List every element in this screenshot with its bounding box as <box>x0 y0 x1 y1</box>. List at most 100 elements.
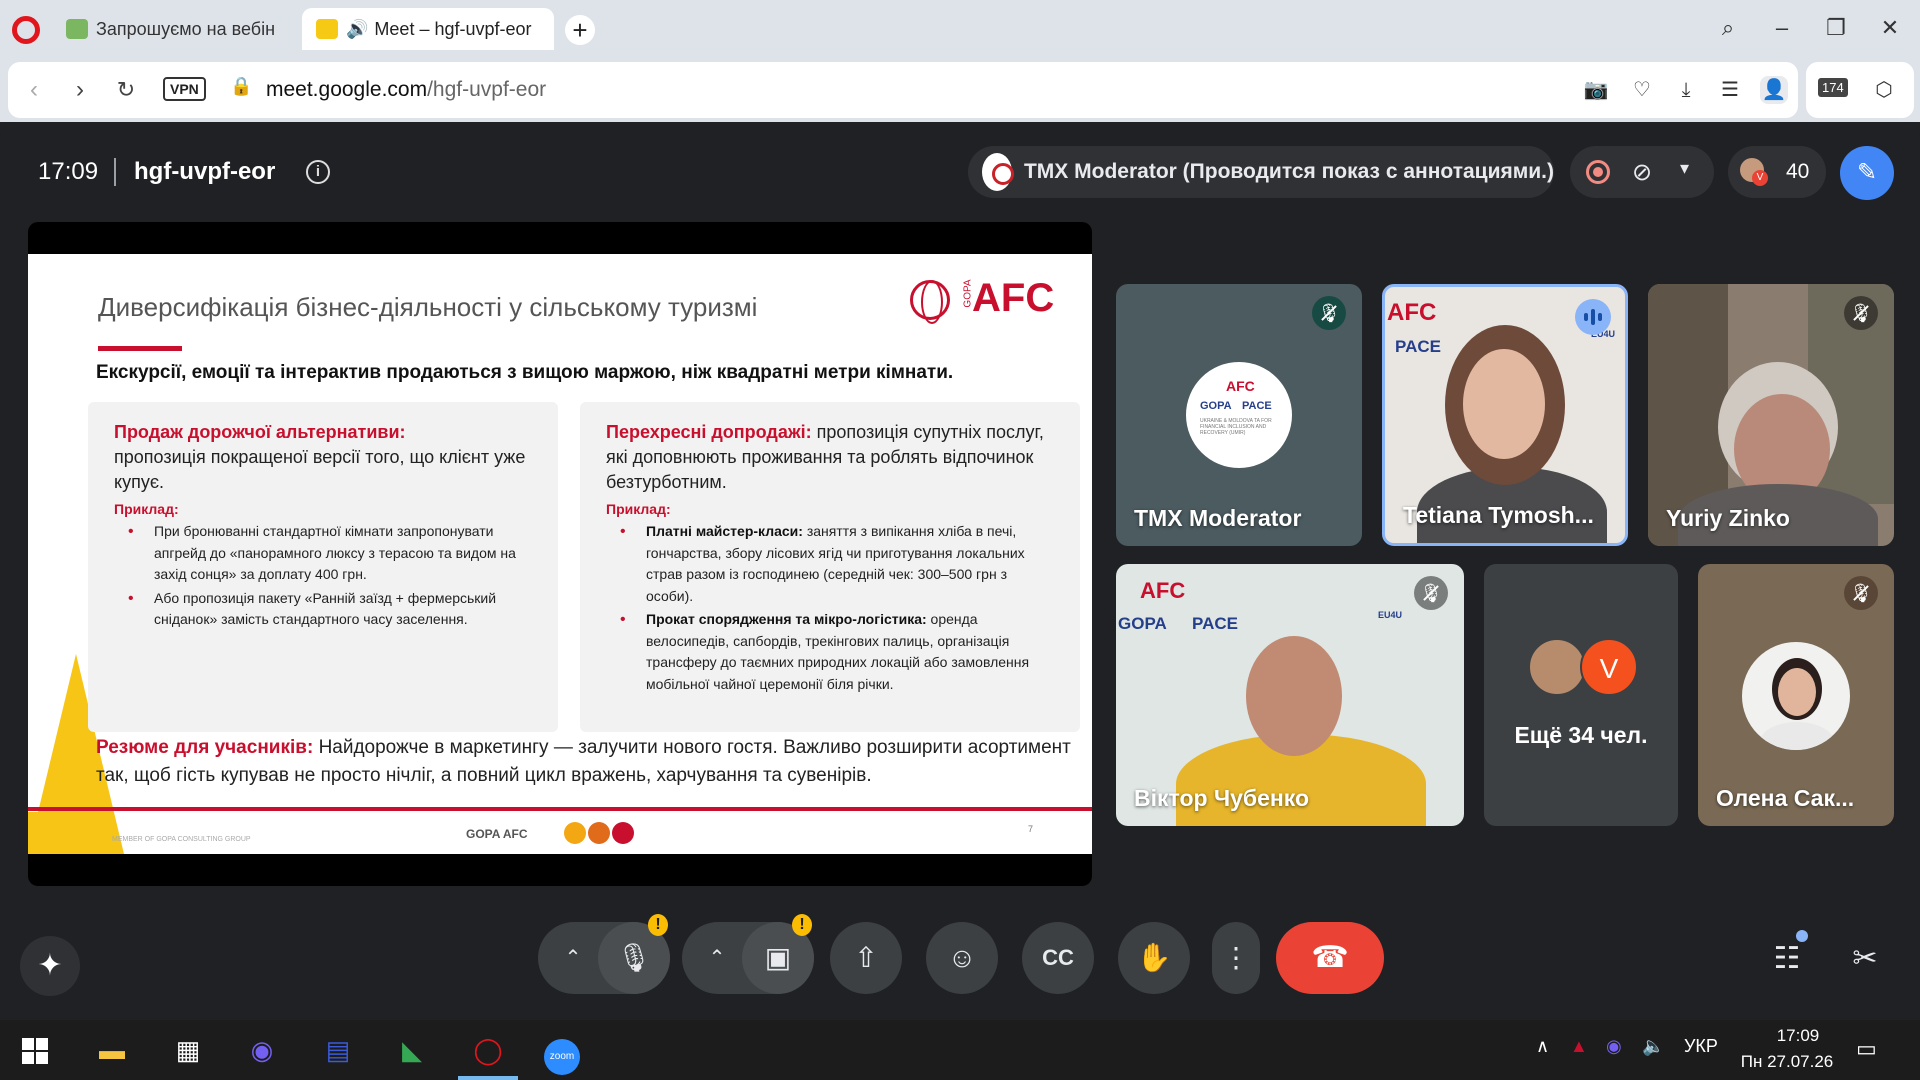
clock-time[interactable]: 17:09 <box>1760 1026 1836 1046</box>
viber-icon[interactable]: ◉ <box>240 1028 284 1072</box>
calculator-icon[interactable]: ▦ <box>166 1028 210 1072</box>
example-label: Приклад: <box>114 501 179 517</box>
card-heading: Перехресні допродажі: <box>606 422 812 442</box>
camera-button[interactable]: ▣ ! <box>742 914 814 994</box>
opera-logo-icon[interactable] <box>12 16 40 44</box>
more-participants-tile[interactable]: V Ещё 34 чел. <box>1484 564 1678 826</box>
microphone-button[interactable]: 🎙 ! <box>598 914 670 994</box>
recording-icon[interactable] <box>1586 160 1610 184</box>
person-body <box>1760 722 1834 750</box>
presenter-status: TMX Moderator (Проводится показ с аннота… <box>1023 160 1554 183</box>
participant-name: TMX Moderator <box>1134 505 1302 531</box>
list-item: При бронюванні стандартної кімнати запро… <box>128 521 532 586</box>
logo-pace-text: PACE <box>1242 400 1272 412</box>
file-explorer-icon[interactable]: ▬ <box>90 1028 134 1072</box>
viber-tray-icon[interactable]: ◉ <box>1606 1036 1622 1057</box>
heart-icon[interactable]: ♡ <box>1628 76 1656 104</box>
mic-off-icon: 🎙 <box>1844 576 1878 610</box>
tab-meet[interactable]: 🔊 Meet – hgf-uvpf-eor <box>302 8 554 50</box>
lock-icon[interactable]: 🔒 <box>230 76 252 97</box>
show-hidden-icons-icon[interactable]: ∧ <box>1536 1036 1549 1057</box>
back-button[interactable]: ‹ <box>18 74 50 106</box>
info-icon[interactable]: i <box>306 160 330 184</box>
tools-icon[interactable]: ✂ <box>1844 938 1886 980</box>
annotation-off-icon[interactable]: ⊘ <box>1632 158 1652 187</box>
person-face <box>1778 668 1816 716</box>
reload-button[interactable]: ↻ <box>110 74 142 106</box>
forward-button[interactable]: › <box>64 74 96 106</box>
logo-ukraine-moldova-text: UKRAINE & MOLDOVA TA FOR FINANCIAL INCLU… <box>1200 418 1272 436</box>
participant-tile[interactable]: AFC GOPA PACE EU4U 🎙 Віктор Чубенко <box>1116 564 1464 826</box>
tray-app-icon[interactable]: ▲ <box>1570 1036 1588 1057</box>
address-bar-area: ‹ › ↻ VPN 🔒 meet.google.com/hgf-uvpf-eor… <box>0 58 1920 122</box>
avatar: V <box>1580 638 1638 696</box>
recording-controls[interactable]: ⊘ ▾ <box>1570 146 1714 198</box>
presenter-chip[interactable]: TMX Moderator (Проводится показ с аннота… <box>968 146 1554 198</box>
extension-badge[interactable]: 174 <box>1818 78 1848 97</box>
participant-tile[interactable]: AFC GOPA PACE UKRAINE & MOLDOVA TA FOR F… <box>1116 284 1362 546</box>
header-divider <box>114 158 116 186</box>
participant-tile[interactable]: 🎙 Олена Сак... <box>1698 564 1894 826</box>
meet-favicon-icon <box>316 19 338 39</box>
language-indicator[interactable]: УКР <box>1684 1036 1718 1057</box>
chat-notification-dot <box>1796 930 1808 942</box>
extensions-cube-icon[interactable]: ⬡ <box>1870 76 1898 104</box>
minimize-button[interactable]: – <box>1762 10 1802 46</box>
notifications-icon[interactable]: ▭ <box>1856 1036 1877 1062</box>
end-call-button[interactable]: ☎ <box>1276 922 1384 994</box>
profile-icon[interactable]: 👤 <box>1760 76 1788 104</box>
emoji-button[interactable]: ☺ <box>926 922 998 994</box>
chevron-up-icon[interactable]: ⌃ <box>700 922 734 994</box>
meeting-time: 17:09 <box>38 158 99 185</box>
gemini-sparkle-icon[interactable]: ✦ <box>20 936 80 996</box>
people-button[interactable]: V 40 <box>1728 146 1826 198</box>
url-text[interactable]: meet.google.com/hgf-uvpf-eor <box>266 78 546 102</box>
raise-hand-button[interactable]: ✋ <box>1118 922 1190 994</box>
url-path: /hgf-uvpf-eor <box>427 78 547 101</box>
slide-subtitle: Екскурсії, емоції та інтерактив продають… <box>96 362 954 383</box>
logo-pace-text: PACE <box>1395 337 1441 356</box>
participant-tile[interactable]: 🎙 Yuriy Zinko <box>1648 284 1894 546</box>
download-icon[interactable]: ⤓ <box>1672 76 1700 104</box>
save-disk-icon[interactable]: ▤ <box>316 1028 360 1072</box>
windows-taskbar: ▬ ▦ ◉ ▤ ◣ ◯ zoom ∧ ▲ ◉ 🔈 УКР 17:09 Пн 27… <box>0 1020 1920 1080</box>
footer-logos <box>564 822 634 844</box>
volume-icon[interactable]: 🔈 <box>1642 1036 1664 1057</box>
app-icon[interactable]: ◣ <box>390 1028 434 1072</box>
people-count: 40 <box>1786 160 1810 183</box>
tab-webinar[interactable]: Запрошуємо на вебінар <box>52 8 288 50</box>
participant-tile[interactable]: AFC PACE EU4U Tetiana Tymosh... <box>1382 284 1628 546</box>
easy-setup-icon[interactable]: ☰ <box>1716 76 1744 104</box>
captions-button[interactable]: CC <box>1022 922 1094 994</box>
url-host: meet.google.com <box>266 78 428 101</box>
opera-browser-icon[interactable]: ◯ <box>466 1028 510 1072</box>
zoom-icon[interactable]: zoom <box>540 1028 584 1075</box>
search-tabs-icon[interactable]: ⌕ <box>1708 10 1748 46</box>
mic-off-icon: 🎙 <box>1312 296 1346 330</box>
close-window-button[interactable]: ✕ <box>1870 10 1910 46</box>
footer-logo-icon <box>588 822 610 844</box>
more-options-button[interactable]: ⋮ <box>1212 922 1260 994</box>
upsell-card: Продаж дорожчої альтернативи: пропозиція … <box>88 402 558 732</box>
chevron-up-icon[interactable]: ⌃ <box>556 922 590 994</box>
present-screen-button[interactable]: ⇧ <box>830 922 902 994</box>
chat-icon[interactable]: ☷ <box>1766 938 1808 980</box>
list-item-bold: Прокат спорядження та мікро-логістика: <box>646 611 927 627</box>
presentation-slide: Диверсифікація бізнес-діяльності у сільс… <box>28 254 1092 854</box>
windows-start-icon[interactable] <box>22 1038 48 1064</box>
maximize-button[interactable]: ❐ <box>1816 10 1856 46</box>
address-bar[interactable]: ‹ › ↻ VPN 🔒 meet.google.com/hgf-uvpf-eor… <box>8 62 1798 118</box>
camera-icon[interactable]: 📷 <box>1582 76 1610 104</box>
avatar: V <box>1752 170 1768 186</box>
clock-date[interactable]: Пн 27.07.26 <box>1734 1052 1840 1072</box>
vpn-badge[interactable]: VPN <box>163 77 206 101</box>
speaker-icon[interactable]: 🔊 <box>346 19 368 40</box>
footer-line <box>28 807 1092 811</box>
new-tab-button[interactable]: + <box>565 15 595 45</box>
chevron-down-icon[interactable]: ▾ <box>1680 158 1689 179</box>
participant-name: Yuriy Zinko <box>1666 505 1790 531</box>
logo-gopa-text: GOPA <box>1118 614 1167 633</box>
footer-brand: GOPA AFC <box>466 827 528 841</box>
pen-activities-icon[interactable]: ✎ <box>1840 146 1894 200</box>
logo-afc-text: AFC <box>1226 378 1255 394</box>
